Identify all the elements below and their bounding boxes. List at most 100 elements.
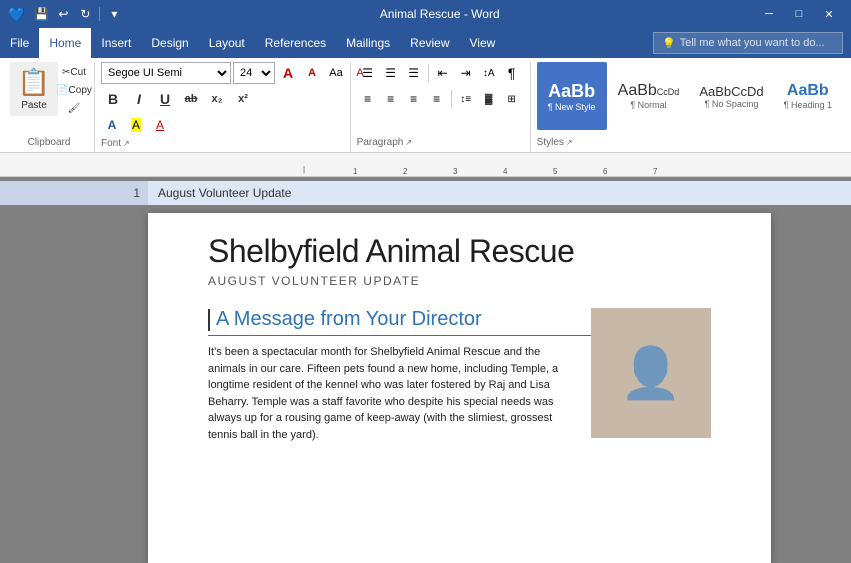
cut-icon: ✂: [62, 67, 70, 78]
paragraph-expand-icon[interactable]: ↗: [405, 138, 412, 147]
font-section: Segoe UI Semi 24 A A Aa A B: [95, 62, 351, 152]
decrease-indent-button[interactable]: ⇤: [432, 62, 454, 84]
justify-button[interactable]: ≡: [426, 88, 448, 110]
copy-label: Copy: [69, 85, 92, 96]
document-container: Shelbyfield Animal Rescue AUGUST VOLUNTE…: [0, 205, 851, 563]
quick-access-toolbar: 💙 💾 ↩ ↻ ▾: [8, 4, 124, 24]
menu-insert[interactable]: Insert: [91, 28, 141, 58]
page-number-bar: 1: [0, 181, 148, 205]
subscript-button[interactable]: x₂: [205, 88, 229, 110]
borders-button[interactable]: ⊞: [501, 88, 523, 110]
close-button[interactable]: ✕: [815, 4, 843, 24]
page-heading-bar: August Volunteer Update: [148, 181, 851, 205]
clipboard-sub-buttons: ✂ Cut 📄 Copy 🖌: [60, 64, 88, 117]
multilevel-list-button[interactable]: ☰: [403, 62, 425, 84]
clipboard-section: 📋 Paste ✂ Cut 📄 Copy 🖌 Clipboard: [4, 62, 95, 152]
bold-button[interactable]: B: [101, 88, 125, 110]
align-right-button[interactable]: ≡: [403, 88, 425, 110]
font-grow-button[interactable]: A: [277, 62, 299, 84]
font-row-3: A A A: [101, 114, 171, 136]
save-button[interactable]: 💾: [31, 4, 51, 24]
sidebar-area: 1: [0, 181, 148, 205]
menu-home[interactable]: Home: [39, 28, 91, 58]
copy-button[interactable]: 📄 Copy: [60, 82, 88, 99]
menu-view[interactable]: View: [460, 28, 506, 58]
style-heading1-preview: AaBb: [787, 82, 829, 100]
font-shrink-button[interactable]: A: [301, 62, 323, 84]
document-body: It's been a spectacular month for Shelby…: [208, 344, 578, 443]
font-family-select[interactable]: Segoe UI Semi: [101, 62, 231, 84]
sort-icon: ↕A: [483, 68, 495, 79]
line-spacing-button[interactable]: ↕≡: [455, 88, 477, 110]
lightbulb-icon: 💡: [662, 37, 676, 50]
copy-icon: 📄: [56, 85, 68, 96]
cut-button[interactable]: ✂ Cut: [60, 64, 88, 81]
style-heading1-label: ¶ Heading 1: [784, 100, 832, 110]
menu-layout[interactable]: Layout: [199, 28, 255, 58]
paste-button[interactable]: 📋 Paste: [10, 62, 58, 116]
style-new-label: ¶ New Style: [548, 102, 596, 112]
redo-button[interactable]: ↻: [75, 4, 95, 24]
styles-label: Styles ↗: [537, 135, 841, 148]
font-size-select[interactable]: 24: [233, 62, 275, 84]
style-new-preview: AaBb: [548, 81, 595, 102]
photo-content: 👤: [620, 344, 682, 403]
style-normal-preview: AaBbCcDd: [618, 82, 680, 100]
style-no-spacing-preview: AaBbCcDd: [699, 84, 763, 99]
paragraph-mark-icon: ¶: [508, 65, 516, 81]
paragraph-label: Paragraph ↗: [357, 135, 524, 148]
sort-button[interactable]: ↕A: [478, 62, 500, 84]
minimize-button[interactable]: ─: [755, 4, 783, 24]
ruler: | 1 2 3 4 5 6 7: [0, 153, 851, 177]
bullets-icon: ☰: [362, 66, 373, 80]
align-center-button[interactable]: ≡: [380, 88, 402, 110]
style-normal[interactable]: AaBbCcDd ¶ Normal: [609, 62, 689, 130]
font-grow-icon: A: [283, 65, 293, 81]
format-painter-button[interactable]: 🖌: [60, 100, 88, 117]
borders-icon: ⊞: [507, 94, 515, 105]
shading-button[interactable]: ▓: [478, 88, 500, 110]
title-bar: 💙 💾 ↩ ↻ ▾ Animal Rescue - Word ─ □ ✕: [0, 0, 851, 28]
styles-expand-icon[interactable]: ↗: [566, 138, 573, 147]
undo-button[interactable]: ↩: [53, 4, 73, 24]
change-case-button[interactable]: Aa: [325, 62, 347, 84]
section-heading-text: A Message from Your Director: [216, 308, 482, 331]
format-painter-icon: 🖌: [68, 103, 81, 114]
strikethrough-button[interactable]: ab: [179, 88, 203, 110]
text-effects-icon: A: [108, 118, 117, 132]
font-expand-icon[interactable]: ↗: [123, 139, 130, 148]
text-highlight-button[interactable]: A: [125, 114, 147, 136]
page-number: 1: [133, 186, 140, 200]
maximize-button[interactable]: □: [785, 4, 813, 24]
menu-file[interactable]: File: [0, 28, 39, 58]
font-row-1: Segoe UI Semi 24 A A Aa A: [101, 62, 371, 84]
menu-review[interactable]: Review: [400, 28, 459, 58]
menu-references[interactable]: References: [255, 28, 336, 58]
styles-gallery: AaBb ¶ New Style AaBbCcDd ¶ Normal AaBbC…: [537, 62, 841, 135]
text-highlight-icon: A: [131, 118, 141, 132]
menu-design[interactable]: Design: [141, 28, 198, 58]
numbering-button[interactable]: ☰: [380, 62, 402, 84]
tell-me-text[interactable]: Tell me what you want to do...: [680, 37, 825, 49]
font-color-button[interactable]: A: [149, 114, 171, 136]
shading-icon: ▓: [485, 94, 492, 105]
text-effects-button[interactable]: A: [101, 114, 123, 136]
superscript-button[interactable]: x²: [231, 88, 255, 110]
style-new[interactable]: AaBb ¶ New Style: [537, 62, 607, 130]
style-heading1[interactable]: AaBb ¶ Heading 1: [775, 62, 841, 130]
line-spacing-icon: ↕≡: [460, 94, 471, 105]
italic-button[interactable]: I: [127, 88, 151, 110]
show-marks-button[interactable]: ¶: [501, 62, 523, 84]
customize-button[interactable]: ▾: [104, 4, 124, 24]
style-no-spacing[interactable]: AaBbCcDd ¶ No Spacing: [690, 62, 772, 130]
increase-indent-button[interactable]: ⇥: [455, 62, 477, 84]
numbering-icon: ☰: [385, 66, 396, 80]
menu-mailings[interactable]: Mailings: [336, 28, 400, 58]
paste-icon: 📋: [18, 67, 50, 98]
underline-button[interactable]: U: [153, 88, 177, 110]
inline-photo: 👤: [591, 308, 711, 438]
cut-label: Cut: [70, 67, 86, 78]
bullets-button[interactable]: ☰: [357, 62, 379, 84]
align-left-button[interactable]: ≡: [357, 88, 379, 110]
paragraph-section: ☰ ☰ ☰ ⇤ ⇥ ↕A ¶: [351, 62, 531, 152]
